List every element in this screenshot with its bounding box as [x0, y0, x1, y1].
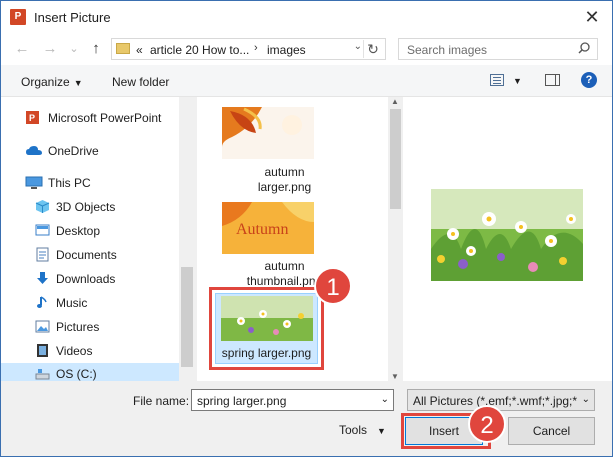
new-folder-button[interactable]: New folder [112, 75, 169, 89]
computer-icon [25, 176, 43, 189]
file-name-label: File name: [133, 394, 190, 408]
dialog-title: Insert Picture [34, 10, 111, 25]
music-icon [37, 296, 47, 308]
file-list-scrollbar-thumb[interactable] [390, 109, 401, 209]
sidebar-item-music[interactable]: Music [1, 292, 179, 314]
file-item-spring-larger[interactable]: spring larger.png [209, 287, 324, 370]
folder-icon [116, 43, 130, 54]
sidebar-scrollbar[interactable] [179, 97, 195, 381]
sidebar-item-label: Music [56, 296, 88, 310]
sidebar-item-3d-objects[interactable]: 3D Objects [1, 196, 179, 218]
drive-icon [35, 369, 50, 380]
step-badge-2: 2 [468, 405, 506, 443]
navigation-pane: P Microsoft PowerPoint OneDrive This PC … [1, 97, 195, 381]
file-list: autumn larger.png Autumn autumn thumbnai… [197, 97, 390, 381]
search-input[interactable]: Search images [398, 38, 598, 60]
file-name-value: spring larger.png [197, 394, 287, 408]
download-icon [37, 272, 48, 284]
file-name-line: autumn [264, 165, 305, 179]
sidebar-item-label: This PC [48, 176, 91, 190]
command-bar: Organize ▼ New folder ▼ ? [1, 65, 612, 97]
view-options-icon[interactable] [490, 74, 504, 86]
sidebar-item-pictures[interactable]: Pictures [1, 316, 179, 338]
address-overflow-chevron[interactable]: « [136, 43, 143, 57]
sidebar-item-label: 3D Objects [56, 200, 116, 214]
file-name-line: larger.png [257, 180, 312, 194]
sidebar-item-label: Pictures [56, 320, 100, 334]
scroll-up-icon[interactable]: ▲ [391, 97, 399, 106]
file-name-field[interactable]: spring larger.png ⌄ [191, 389, 394, 411]
forward-arrow-icon[interactable]: → [41, 40, 59, 58]
dialog-footer: File name: spring larger.png ⌄ All Pictu… [1, 381, 612, 456]
document-icon [36, 247, 49, 262]
recent-locations-icon[interactable]: ⌄ [65, 40, 83, 58]
pictures-icon [35, 320, 50, 333]
search-icon [578, 42, 590, 54]
address-bar[interactable]: « article 20 How to... › images ⌄ ↻ [111, 38, 386, 60]
title-bar: P Insert Picture ✕ [1, 1, 612, 34]
desktop-icon [35, 224, 50, 236]
tools-menu[interactable]: Tools ▼ [339, 423, 386, 437]
view-dropdown-icon[interactable]: ▼ [513, 76, 522, 86]
address-dropdown-icon[interactable]: ⌄ [354, 41, 362, 52]
sidebar-item-downloads[interactable]: Downloads [1, 268, 179, 290]
step-badge-1: 1 [314, 267, 352, 305]
navigation-bar: ← → ⌄ ↑ « article 20 How to... › images … [1, 34, 612, 65]
up-arrow-icon[interactable]: ↑ [87, 40, 105, 58]
breadcrumb-separator-icon[interactable]: › [254, 42, 258, 54]
sidebar-item-label: Documents [56, 248, 117, 262]
sidebar-item-this-pc[interactable]: This PC [1, 172, 179, 194]
preview-pane [403, 97, 612, 381]
sidebar-item-documents[interactable]: Documents [1, 244, 179, 266]
tools-label: Tools [339, 423, 368, 437]
scroll-down-icon[interactable]: ▼ [391, 372, 399, 381]
help-icon[interactable]: ? [581, 72, 597, 88]
sidebar-item-videos[interactable]: Videos [1, 340, 179, 362]
file-list-scrollbar[interactable]: ▲ ▼ [388, 97, 403, 381]
search-placeholder: Search images [407, 43, 488, 57]
sidebar-item-label: OneDrive [48, 144, 99, 158]
insert-picture-dialog: P Insert Picture ✕ ← → ⌄ ↑ « article 20 … [0, 0, 613, 457]
file-thumbnail [222, 107, 314, 159]
file-thumbnail: Autumn [222, 202, 314, 254]
organize-menu[interactable]: Organize ▼ [21, 75, 83, 89]
refresh-icon[interactable]: ↻ [363, 40, 382, 58]
powerpoint-app-icon: P [10, 9, 26, 25]
sidebar-item-os-c[interactable]: OS (C:) [1, 363, 179, 381]
cloud-icon [26, 146, 42, 155]
sidebar-item-label: Desktop [56, 224, 101, 238]
sidebar-item-label: OS (C:) [56, 367, 97, 381]
back-arrow-icon[interactable]: ← [13, 40, 31, 58]
sidebar-item-label: Videos [56, 344, 93, 358]
file-thumbnail [221, 296, 313, 341]
sidebar-item-label: Downloads [56, 272, 116, 286]
chevron-down-icon[interactable]: ⌄ [579, 394, 590, 405]
powerpoint-icon: P [26, 111, 39, 124]
file-name-line: spring larger.png [221, 346, 312, 360]
breadcrumb-images-folder[interactable]: images [267, 43, 306, 57]
sidebar-item-powerpoint[interactable]: P Microsoft PowerPoint [1, 107, 179, 129]
chevron-down-icon[interactable]: ⌄ [381, 394, 389, 405]
sidebar-item-desktop[interactable]: Desktop [1, 220, 179, 242]
thumbnail-autumn-text: Autumn [236, 221, 288, 238]
sidebar-scrollbar-thumb[interactable] [181, 267, 193, 367]
close-icon[interactable]: ✕ [580, 5, 604, 29]
video-icon [37, 344, 48, 357]
preview-image [431, 189, 583, 281]
file-type-select[interactable]: All Pictures (*.emf;*.wmf;*.jpg;* ⌄ [407, 389, 595, 411]
cancel-button[interactable]: Cancel [508, 417, 595, 445]
chevron-down-icon: ▼ [73, 78, 83, 88]
organize-label: Organize [21, 75, 70, 89]
sidebar-item-onedrive[interactable]: OneDrive [1, 140, 179, 162]
breadcrumb-article-folder[interactable]: article 20 How to... [150, 43, 249, 57]
sidebar-item-label: Microsoft PowerPoint [48, 111, 162, 125]
chevron-down-icon: ▼ [377, 426, 386, 436]
preview-pane-icon[interactable] [545, 74, 560, 86]
cube-icon [35, 200, 50, 213]
svg-text:P: P [29, 113, 35, 123]
